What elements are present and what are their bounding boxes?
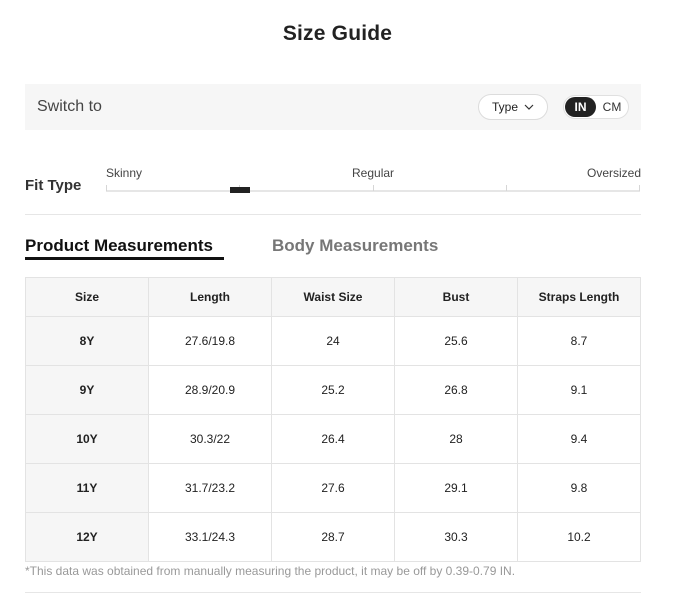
column-header-length: Length [148,277,272,317]
chevron-down-icon [524,104,534,110]
column-header-bust: Bust [394,277,518,317]
fit-option-regular: Regular [352,166,395,180]
length-cell: 33.1/24.3 [148,512,272,562]
tab-body-measurements[interactable]: Body Measurements [272,236,438,256]
fit-option-skinny: Skinny [106,166,143,180]
table-row: 12Y 33.1/24.3 28.7 30.3 10.2 [25,512,641,562]
straps-length-cell: 9.8 [517,463,641,513]
page-title: Size Guide [282,22,393,45]
table-row: 8Y 27.6/19.8 24 25.6 8.7 [25,316,641,366]
size-cell: 12Y [25,512,149,562]
column-header-waist-size: Waist Size [271,277,395,317]
switch-to-label: Switch to [37,98,102,115]
fit-scale-tick [373,185,374,191]
waist-size-cell: 25.2 [271,365,395,415]
length-cell: 30.3/22 [148,414,272,464]
length-cell: 31.7/23.2 [148,463,272,513]
straps-length-cell: 9.4 [517,414,641,464]
active-tab-underline [25,257,224,260]
size-cell: 10Y [25,414,149,464]
measurement-disclaimer: *This data was obtained from manually me… [25,564,516,578]
unit-in-button[interactable]: IN [565,97,596,117]
fit-type-marker [230,187,250,193]
straps-length-cell: 8.7 [517,316,641,366]
unit-cm-button[interactable]: CM [597,97,627,117]
fit-type-scale [106,185,640,193]
column-header-straps-length: Straps Length [517,277,641,317]
divider [25,214,641,215]
bust-cell: 29.1 [394,463,518,513]
table-row: 9Y 28.9/20.9 25.2 26.8 9.1 [25,365,641,415]
unit-toggle: IN CM [563,95,629,119]
bust-cell: 25.6 [394,316,518,366]
type-button-label: Type [491,100,518,114]
measurements-table: Size Length Waist Size Bust Straps Lengt… [25,277,641,562]
straps-length-cell: 10.2 [517,512,641,562]
bust-cell: 26.8 [394,365,518,415]
waist-size-cell: 28.7 [271,512,395,562]
fit-type-label: Fit Type [25,177,82,194]
fit-option-oversized: Oversized [587,166,642,180]
size-cell: 8Y [25,316,149,366]
divider [25,592,641,593]
size-cell: 9Y [25,365,149,415]
length-cell: 27.6/19.8 [148,316,272,366]
bust-cell: 30.3 [394,512,518,562]
switch-bar: Switch to Type IN CM [25,84,641,130]
bust-cell: 28 [394,414,518,464]
waist-size-cell: 27.6 [271,463,395,513]
fit-scale-tick [639,185,640,191]
waist-size-cell: 24 [271,316,395,366]
table-row: 11Y 31.7/23.2 27.6 29.1 9.8 [25,463,641,513]
table-row: 10Y 30.3/22 26.4 28 9.4 [25,414,641,464]
size-cell: 11Y [25,463,149,513]
fit-scale-tick [506,185,507,191]
tab-product-measurements[interactable]: Product Measurements [25,236,213,256]
straps-length-cell: 9.1 [517,365,641,415]
table-header-row: Size Length Waist Size Bust Straps Lengt… [25,277,641,317]
type-dropdown-button[interactable]: Type [478,94,548,120]
waist-size-cell: 26.4 [271,414,395,464]
column-header-size: Size [25,277,149,317]
length-cell: 28.9/20.9 [148,365,272,415]
fit-scale-tick [106,185,107,191]
